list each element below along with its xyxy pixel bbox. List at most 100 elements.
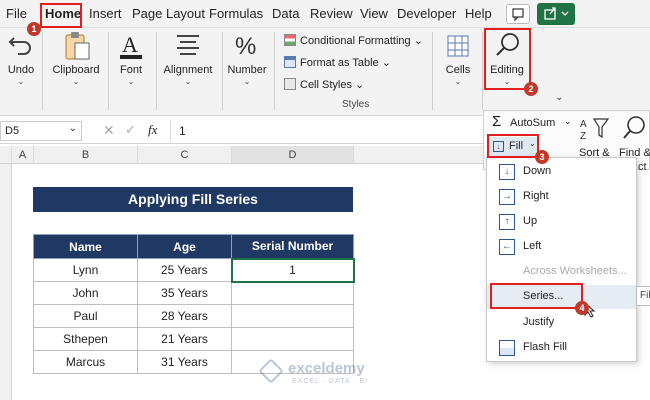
- conditional-formatting-button[interactable]: Conditional Formatting ⌄: [284, 34, 423, 47]
- share-button[interactable]: [537, 3, 575, 25]
- cell-serial[interactable]: [231, 304, 354, 328]
- alignment-label: Alignment: [163, 64, 213, 76]
- column-header-d[interactable]: D: [232, 146, 354, 164]
- cell-styles-button[interactable]: Cell Styles ⌄: [284, 78, 364, 91]
- clipboard-icon: [65, 32, 90, 60]
- menu-file[interactable]: File: [6, 6, 27, 21]
- table-header-row: Name Age Serial Number: [33, 234, 354, 259]
- table-icon: [284, 56, 296, 68]
- styles-group-label: Styles: [342, 99, 370, 110]
- column-header-a[interactable]: A: [12, 146, 34, 164]
- find-icon: [623, 116, 645, 139]
- table-row: Lynn 25 Years 1: [33, 257, 355, 283]
- number-group[interactable]: % Number ⌄: [224, 30, 270, 86]
- menu-item-down[interactable]: ↓ Down: [487, 160, 636, 184]
- menu-item-flash-fill[interactable]: Flash Fill: [487, 336, 636, 360]
- step-badge-4: 4: [575, 301, 589, 315]
- cell-name[interactable]: Lynn: [33, 258, 138, 282]
- table-row: Sthepen 21 Years: [33, 327, 354, 351]
- chevron-down-icon: ⌄: [68, 123, 77, 134]
- menu-item-up[interactable]: ↑ Up: [487, 210, 636, 234]
- chevron-down-icon: ⌄: [243, 77, 251, 86]
- highlight-series-item: [490, 283, 583, 309]
- cell-age[interactable]: 21 Years: [137, 327, 232, 351]
- cells-icon: [447, 35, 469, 57]
- select-label-clipped: ct: [638, 161, 647, 173]
- font-group[interactable]: A Font ⌄: [110, 30, 152, 86]
- fx-icon[interactable]: fx: [148, 122, 157, 138]
- column-header-e[interactable]: [354, 146, 484, 164]
- cell-name[interactable]: Paul: [33, 304, 138, 328]
- cells-group[interactable]: Cells ⌄: [436, 30, 480, 86]
- clipboard-group[interactable]: Clipboard ⌄: [46, 30, 106, 86]
- percent-icon: %: [235, 33, 256, 60]
- menu-item-label: Left: [523, 240, 542, 252]
- cell-serial-selected[interactable]: 1: [230, 257, 355, 283]
- cells-label: Cells: [445, 64, 471, 76]
- menu-item-left[interactable]: ← Left: [487, 235, 636, 259]
- menu-item-label: Across Worksheets...: [523, 265, 627, 277]
- highlight-fill-button: [487, 134, 539, 158]
- menu-item-justify[interactable]: Justify: [487, 311, 636, 335]
- menu-review[interactable]: Review: [310, 6, 353, 21]
- cell-serial[interactable]: [231, 281, 354, 305]
- column-header-c[interactable]: C: [138, 146, 232, 164]
- menu-help[interactable]: Help: [465, 6, 492, 21]
- header-age: Age: [137, 234, 232, 259]
- menu-view[interactable]: View: [360, 6, 388, 21]
- ribbon-collapse-icon[interactable]: ⌄: [555, 92, 563, 103]
- conditional-formatting-icon: [284, 34, 296, 46]
- cancel-icon[interactable]: ✕: [103, 122, 115, 139]
- cell-age[interactable]: 28 Years: [137, 304, 232, 328]
- cell-age[interactable]: 31 Years: [137, 350, 232, 374]
- menu-formulas[interactable]: Formulas: [209, 6, 263, 21]
- alignment-group[interactable]: Alignment ⌄: [158, 30, 218, 86]
- table-row: John 35 Years: [33, 281, 354, 305]
- step-badge-1: 1: [27, 22, 41, 36]
- highlight-editing-button: [484, 28, 531, 90]
- menu-developer[interactable]: Developer: [397, 6, 456, 21]
- fill-right-icon: →: [499, 189, 515, 205]
- cell-name[interactable]: Marcus: [33, 350, 138, 374]
- menu-insert[interactable]: Insert: [89, 6, 122, 21]
- cell-age[interactable]: 35 Years: [137, 281, 232, 305]
- share-icon: [544, 7, 569, 20]
- chevron-down-icon[interactable]: ⌄: [564, 116, 572, 127]
- cell-serial[interactable]: [231, 327, 354, 351]
- cell-name[interactable]: Sthepen: [33, 327, 138, 351]
- cell-styles-icon: [284, 78, 296, 90]
- column-header-b[interactable]: B: [34, 146, 138, 164]
- clipboard-label: Clipboard: [52, 64, 100, 76]
- watermark-name: exceldemy: [288, 360, 365, 377]
- select-all[interactable]: [0, 146, 12, 164]
- formula-input[interactable]: 1: [170, 120, 480, 142]
- menu-item-label: Right: [523, 190, 549, 202]
- cell-styles-label: Cell Styles: [300, 79, 352, 91]
- chevron-down-icon: ⌄: [454, 77, 462, 86]
- font-label: Font: [119, 64, 142, 76]
- menu-item-right[interactable]: → Right: [487, 185, 636, 209]
- enter-icon[interactable]: ✓: [125, 122, 136, 138]
- cell-name[interactable]: John: [33, 281, 138, 305]
- autosum-label[interactable]: AutoSum: [510, 117, 555, 129]
- fill-left-icon: ←: [499, 239, 515, 255]
- menu-page-layout[interactable]: Page Layout: [132, 6, 205, 21]
- autosum-icon: Σ: [492, 113, 502, 130]
- data-table: Name Age Serial Number Lynn 25 Years 1 J…: [33, 234, 355, 374]
- comment-button[interactable]: [506, 4, 530, 24]
- ribbon: Undo ⌄ Clipboard ⌄ A Font ⌄ Alignment ⌄ …: [0, 28, 650, 116]
- header-serial-number: Serial Number: [231, 234, 354, 259]
- chevron-down-icon: ⌄: [184, 77, 192, 86]
- sort-filter-icon: AZ: [580, 118, 610, 141]
- tooltip-text: Fil: [640, 290, 650, 301]
- format-as-table-button[interactable]: Format as Table ⌄: [284, 56, 391, 69]
- menu-data[interactable]: Data: [272, 6, 299, 21]
- name-box[interactable]: D5 ⌄: [0, 121, 82, 141]
- svg-text:%: %: [235, 33, 256, 60]
- chevron-down-icon: ⌄: [72, 77, 80, 86]
- row-headers: [0, 164, 12, 400]
- fill-up-icon: ↑: [499, 214, 515, 230]
- cell-age[interactable]: 25 Years: [137, 258, 232, 282]
- menu-item-label: Up: [523, 215, 538, 227]
- chevron-down-icon: ⌄: [127, 77, 135, 86]
